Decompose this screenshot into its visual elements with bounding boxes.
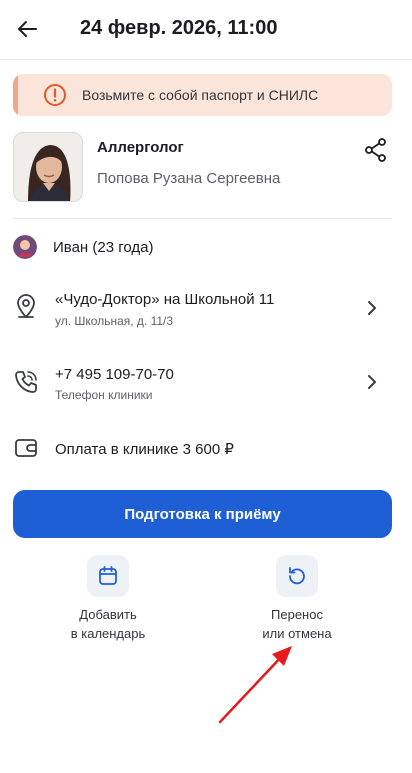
phone-icon [15,371,37,393]
add-to-calendar-label: Добавить в календарь [48,605,168,643]
warning-circle-icon [44,84,66,106]
clinic-phone-label: Телефон клиники [55,388,153,402]
patient-name: Иван (23 года) [53,239,154,256]
clinic-name: «Чудо-Доктор» на Школьной 11 [55,291,275,308]
doctor-photo [13,132,83,202]
clinic-phone-number: +7 495 109-70-70 [55,366,174,383]
add-to-calendar-label-line1: Добавить [79,607,137,622]
doctor-name: Попова Рузана Сергеевна [97,170,281,187]
share-icon[interactable] [362,136,390,164]
wallet-icon [15,439,37,457]
alert-text: Возьмите с собой паспорт и СНИЛС [82,87,319,103]
undo-icon [289,567,305,585]
doctor-portrait-image [14,133,82,201]
chevron-right-icon [368,301,376,315]
add-to-calendar-label-line2: в календарь [70,626,146,641]
page-title: 24 февр. 2026, 11:00 [80,17,278,39]
clinic-address: ул. Школьная, д. 11/3 [55,314,174,328]
divider [13,218,392,219]
location-pin-icon [17,294,35,318]
reschedule-label-line1: Перенос [271,607,323,622]
reschedule-or-cancel-label: Перенос или отмена [237,605,357,643]
appointment-preparation-button[interactable]: Подготовка к приёму [13,490,392,538]
annotation-arrow [218,646,292,724]
header: 24 февр. 2026, 11:00 [0,0,412,60]
payment-info: Оплата в клинике 3 600 ₽ [55,441,234,458]
undo-icon-box [276,555,318,597]
arrow-left-icon [18,21,37,37]
calendar-icon [99,566,117,585]
info-alert: Возьмите с собой паспорт и СНИЛС [13,74,392,116]
back-button[interactable] [12,14,42,44]
alert-accent-bar [13,74,18,116]
doctor-specialty: Аллерголог [97,139,184,156]
avatar [13,235,37,259]
add-to-calendar-button[interactable]: Добавить в календарь [48,555,168,643]
calendar-icon-box [87,555,129,597]
chevron-right-icon [368,375,376,389]
reschedule-or-cancel-button[interactable]: Перенос или отмена [237,555,357,643]
